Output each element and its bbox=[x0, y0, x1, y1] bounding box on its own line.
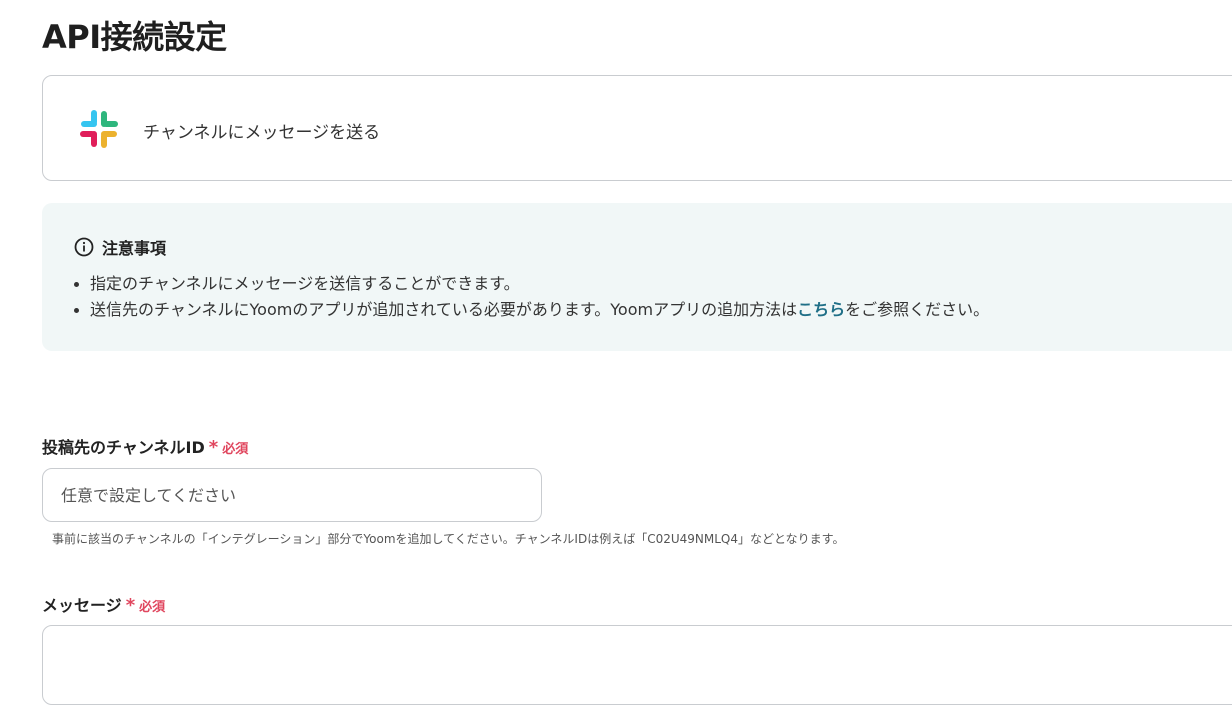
channel-id-label: 投稿先のチャンネルID * 必須 bbox=[42, 434, 248, 458]
action-label: チャンネルにメッセージを送る bbox=[143, 123, 381, 143]
channel-id-label-text: 投稿先のチャンネルID bbox=[42, 438, 205, 457]
notice-item: 送信先のチャンネルにYoomのアプリが追加されている必要があります。Yoomアプ… bbox=[70, 297, 989, 323]
slack-icon bbox=[80, 110, 118, 148]
required-mark: * bbox=[208, 437, 219, 458]
required-text: 必須 bbox=[139, 600, 166, 615]
message-label-text: メッセージ bbox=[42, 596, 122, 615]
notice-item-text: をご参照ください。 bbox=[845, 300, 990, 319]
info-icon bbox=[74, 237, 94, 257]
help-link[interactable]: こちら bbox=[797, 300, 845, 319]
notice-item-text: 送信先のチャンネルにYoomのアプリが追加されている必要があります。Yoomアプ… bbox=[90, 300, 798, 319]
action-card[interactable]: チャンネルにメッセージを送る bbox=[42, 75, 1232, 181]
channel-id-hint: 事前に該当のチャンネルの「インテグレーション」部分でYoomを追加してください。… bbox=[52, 532, 845, 546]
message-textarea[interactable] bbox=[42, 625, 1232, 705]
message-label: メッセージ * 必須 bbox=[42, 592, 165, 616]
required-mark: * bbox=[125, 595, 136, 616]
notice-box: 注意事項 指定のチャンネルにメッセージを送信することができます。 送信先のチャン… bbox=[42, 203, 1232, 351]
notice-heading: 注意事項 bbox=[74, 235, 166, 259]
page-title: API接続設定 bbox=[42, 18, 227, 56]
notice-heading-text: 注意事項 bbox=[102, 239, 167, 258]
channel-id-input[interactable] bbox=[42, 468, 542, 522]
notice-item-text: 指定のチャンネルにメッセージを送信することができます。 bbox=[90, 274, 520, 293]
required-text: 必須 bbox=[222, 442, 249, 457]
notice-item: 指定のチャンネルにメッセージを送信することができます。 bbox=[70, 271, 989, 297]
notice-list: 指定のチャンネルにメッセージを送信することができます。 送信先のチャンネルにYo… bbox=[70, 271, 989, 323]
